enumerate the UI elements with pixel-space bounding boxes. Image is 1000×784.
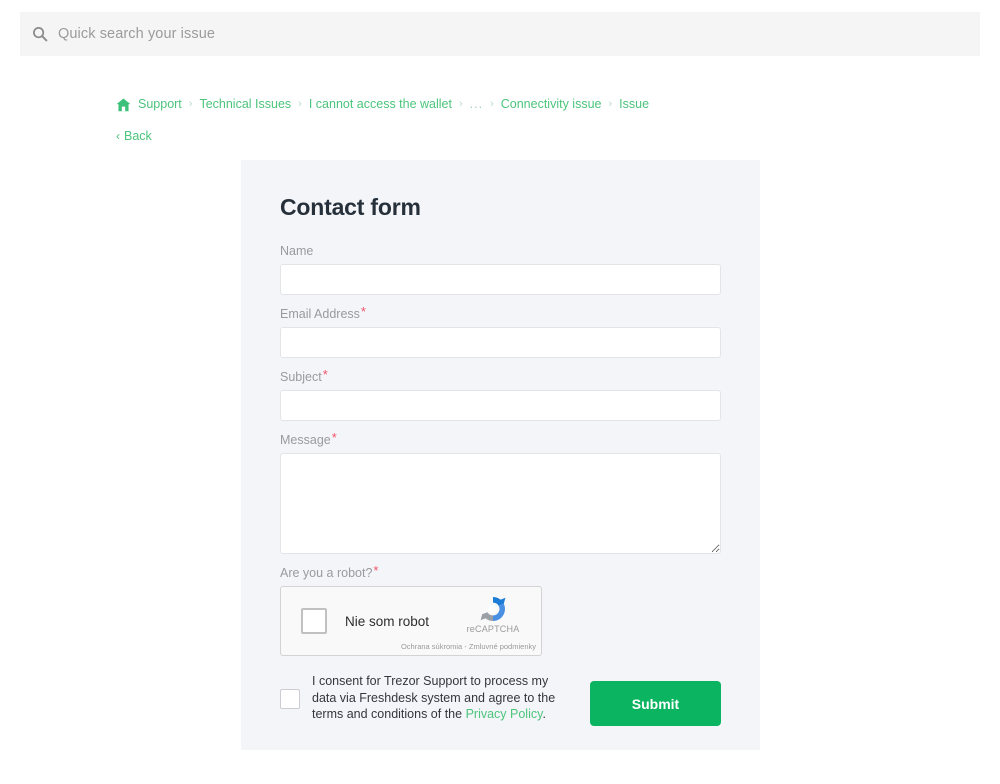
field-email: Email Address* [280, 304, 721, 358]
breadcrumb-separator: › [608, 98, 613, 110]
chevron-left-icon: ‹ [116, 129, 120, 143]
recaptcha-logo-icon [480, 597, 506, 621]
email-input[interactable] [280, 327, 721, 358]
field-label-text: Subject [280, 370, 322, 384]
field-name: Name [280, 243, 721, 295]
search-input-placeholder[interactable]: Quick search your issue [58, 26, 215, 42]
field-label-text: Are you a robot? [280, 566, 373, 580]
required-marker: * [373, 563, 379, 578]
recaptcha-checkbox[interactable] [301, 608, 327, 634]
home-icon[interactable] [116, 98, 131, 112]
field-subject: Subject* [280, 367, 721, 421]
message-textarea[interactable] [280, 453, 721, 554]
breadcrumb-separator: › [490, 98, 494, 110]
quick-search-bar[interactable]: Quick search your issue [20, 12, 980, 56]
search-icon [33, 27, 48, 42]
breadcrumb-separator: › [298, 98, 302, 110]
breadcrumb-separator: › [188, 98, 193, 110]
submit-button[interactable]: Submit [590, 681, 721, 726]
name-input[interactable] [280, 264, 721, 295]
field-label-email: Email Address* [280, 304, 721, 321]
breadcrumb-item-issue: Issue [619, 97, 650, 111]
breadcrumb-item-connectivity-issue[interactable]: Connectivity issue [501, 97, 602, 111]
recaptcha-branding: reCAPTCHA [454, 593, 532, 634]
recaptcha-terms[interactable]: Ochrana súkromia - Zmluvné podmienky [401, 642, 536, 651]
required-marker: * [331, 430, 337, 445]
recaptcha-label: Nie som robot [345, 613, 430, 629]
consent-checkbox[interactable] [280, 689, 300, 709]
consent-text: I consent for Trezor Support to process … [312, 673, 574, 723]
breadcrumb-separator: › [458, 98, 463, 110]
consent-text-after: . [542, 707, 546, 721]
page-title: Contact form [280, 194, 421, 220]
breadcrumb: Support › Technical Issues › I cannot ac… [116, 97, 650, 112]
recaptcha-widget[interactable]: Nie som robot reCAPTCHA Ochrana súkromia… [280, 586, 542, 656]
contact-form-panel: Contact form Name Email Address* Subject… [241, 160, 760, 750]
breadcrumb-item-technical-issues[interactable]: Technical Issues [199, 97, 291, 111]
field-label-text: Message [280, 433, 331, 447]
required-marker: * [322, 367, 328, 382]
field-label-name: Name [280, 243, 721, 258]
field-label-subject: Subject* [280, 367, 721, 384]
field-label-captcha: Are you a robot?* [280, 563, 721, 580]
field-captcha: Are you a robot?* Nie som robot reCAPTCH… [280, 563, 721, 656]
consent-row: I consent for Trezor Support to process … [280, 673, 721, 726]
required-marker: * [360, 304, 366, 319]
breadcrumb-item-ellipsis[interactable]: ... [470, 97, 483, 111]
breadcrumb-item-cannot-access-wallet[interactable]: I cannot access the wallet [309, 97, 452, 111]
field-message: Message* [280, 430, 721, 554]
field-label-text: Name [280, 244, 314, 258]
privacy-policy-link[interactable]: Privacy Policy [466, 707, 543, 721]
field-label-message: Message* [280, 430, 721, 447]
recaptcha-brand-name: reCAPTCHA [466, 624, 520, 634]
back-link-label: Back [124, 129, 152, 143]
field-label-text: Email Address [280, 307, 360, 321]
breadcrumb-item-support[interactable]: Support [138, 97, 182, 111]
subject-input[interactable] [280, 390, 721, 421]
back-link[interactable]: ‹ Back [116, 129, 152, 143]
